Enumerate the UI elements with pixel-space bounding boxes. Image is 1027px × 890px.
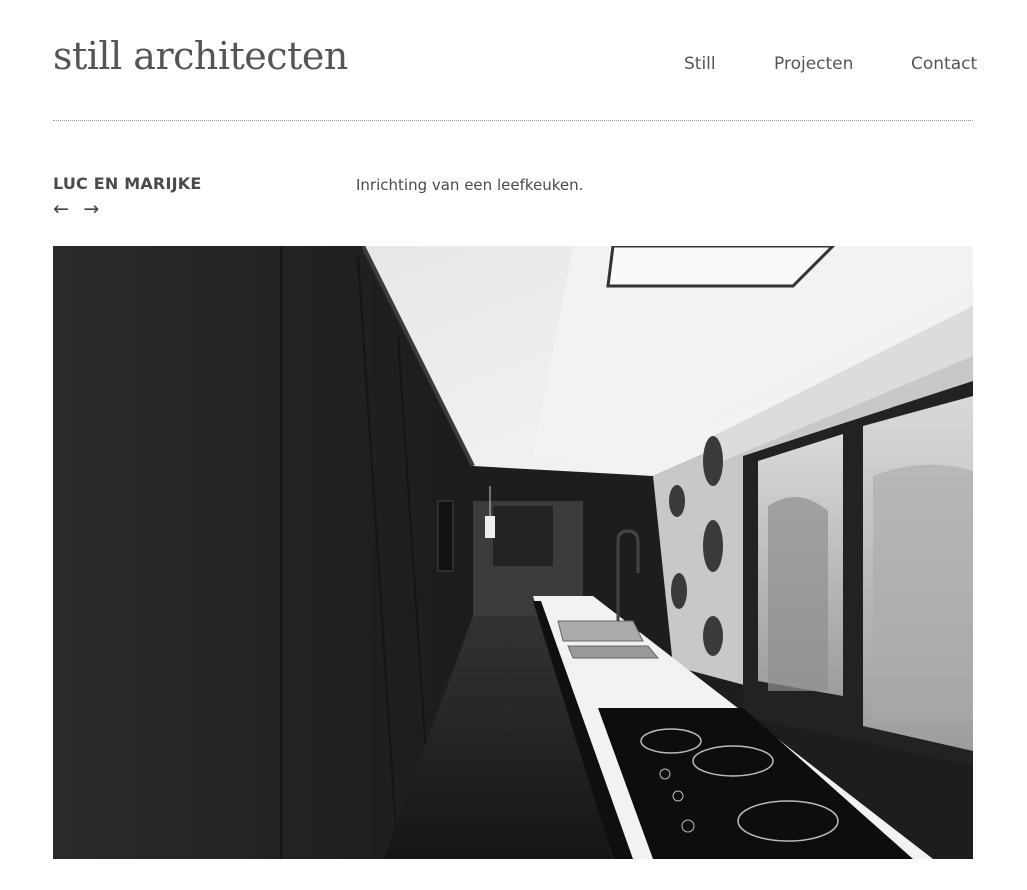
project-description: Inrichting van een leefkeuken. xyxy=(356,176,584,194)
project-title: LUC EN MARIJKE xyxy=(53,174,202,193)
header-divider xyxy=(53,120,973,121)
next-arrow-icon[interactable]: → xyxy=(83,198,99,220)
project-pager: ← → xyxy=(53,198,109,220)
nav-item-contact[interactable]: Contact xyxy=(911,54,977,74)
nav-item-projecten[interactable]: Projecten xyxy=(774,54,853,74)
kitchen-photo-illustration xyxy=(53,246,973,859)
main-nav: Still Projecten Contact xyxy=(0,54,977,78)
nav-item-still[interactable]: Still xyxy=(684,54,716,74)
project-photo[interactable] xyxy=(53,246,973,859)
prev-arrow-icon[interactable]: ← xyxy=(53,198,69,220)
